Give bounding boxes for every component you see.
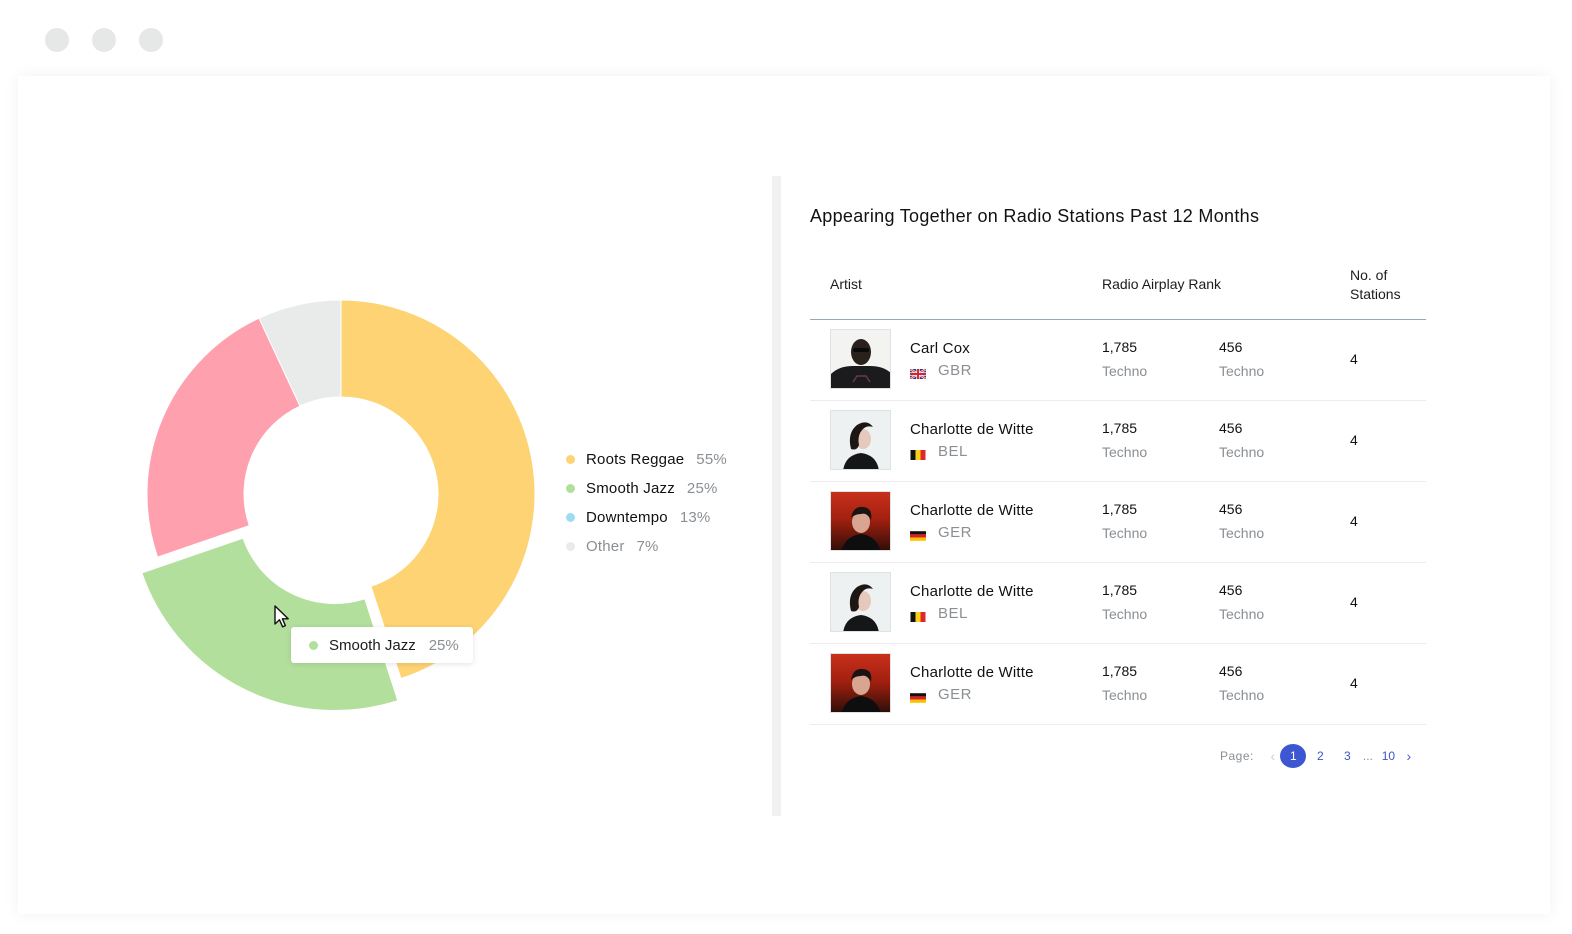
stations-count: 4 [1350, 432, 1358, 448]
pagination-label: Page: [1220, 749, 1254, 763]
legend-value: 7% [636, 538, 659, 555]
flag-icon [910, 528, 926, 541]
page-button[interactable]: 3 [1334, 749, 1360, 763]
rank-value: 1,785 [1102, 663, 1138, 679]
table-row[interactable]: Charlotte de Witte BEL 1,785 Techno 456 Techn… [810, 563, 1426, 644]
rank-genre: Techno [1219, 525, 1265, 541]
rank-value: 1,785 [1102, 339, 1138, 355]
header-stations-line2: Stations [1350, 286, 1401, 302]
country-code: GER [938, 686, 973, 703]
rank-genre: Techno [1102, 525, 1148, 541]
legend-dot [566, 455, 575, 464]
rank-value: 456 [1219, 501, 1243, 517]
tooltip-label: Smooth Jazz [329, 636, 416, 654]
legend-dot [566, 484, 575, 493]
country-code: BEL [938, 443, 968, 460]
panel-divider [772, 176, 781, 816]
tooltip-value: 25% [428, 636, 459, 654]
artist-country: BEL [910, 605, 968, 622]
table-title: Appearing Together on Radio Stations Pas… [810, 206, 1260, 226]
table-header: Artist Radio Airplay Rank No. of Station… [810, 262, 1426, 320]
rank-genre: Techno [1102, 444, 1148, 460]
artist-photo[interactable] [830, 572, 891, 632]
artist-name[interactable]: Charlotte de Witte [910, 421, 1034, 438]
rank-genre: Techno [1219, 687, 1265, 703]
rank-genre: Techno [1102, 606, 1148, 622]
pagination-ellipsis: ... [1362, 749, 1373, 763]
page-button[interactable]: 1 [1280, 744, 1307, 768]
flag-icon [910, 690, 926, 703]
table-row[interactable]: Charlotte de Witte GER 1,785 Techno 456 Techn… [810, 482, 1426, 563]
mouse-cursor-icon [274, 605, 289, 628]
tooltip-dot [309, 640, 318, 650]
artist-country: BEL [910, 443, 968, 460]
chevron-left-icon[interactable]: ‹ [1266, 748, 1280, 764]
country-code: GER [938, 524, 973, 541]
rank-genre: Techno [1102, 687, 1148, 703]
artist-name[interactable]: Carl Cox [910, 340, 970, 357]
artist-name[interactable]: Charlotte de Witte [910, 502, 1034, 519]
chart-tooltip: Smooth Jazz 25% [291, 627, 473, 663]
country-code: BEL [938, 605, 968, 622]
legend-label: Roots Reggae [586, 451, 685, 468]
pagination: Page: ‹ 1 2 3 ... 10 › [1220, 744, 1416, 768]
artist-photo[interactable] [830, 329, 891, 389]
legend-label: Other [586, 538, 625, 555]
legend-label: Smooth Jazz [586, 480, 675, 497]
legend-item[interactable]: Other 7% [566, 532, 727, 561]
rank-value: 1,785 [1102, 420, 1138, 436]
artist-country: GBR [909, 362, 973, 380]
legend-value: 55% [696, 451, 727, 468]
header-stations[interactable]: No. of Stations [1350, 266, 1401, 304]
artist-country: GER [910, 686, 972, 703]
table-row[interactable]: Carl Cox GBR 1,785 Techno 456 Techno 4 [810, 320, 1426, 401]
legend-item[interactable]: Smooth Jazz 25% [566, 474, 727, 503]
stations-count: 4 [1350, 513, 1358, 529]
artist-photo[interactable] [830, 410, 891, 470]
stations-count: 4 [1350, 594, 1358, 610]
table-row[interactable]: Charlotte de Witte GER 1,785 Techno 456 Techn… [810, 644, 1426, 725]
flag-icon [910, 609, 926, 622]
rank-genre: Techno [1102, 363, 1148, 379]
chevron-right-icon[interactable]: › [1402, 748, 1416, 764]
flag-icon [910, 447, 926, 460]
artist-photo[interactable] [830, 491, 891, 551]
header-artist[interactable]: Artist [830, 276, 862, 292]
rank-value: 456 [1219, 663, 1243, 679]
legend-value: 25% [686, 480, 718, 497]
rank-value: 456 [1219, 420, 1243, 436]
header-rank[interactable]: Radio Airplay Rank [1102, 276, 1221, 292]
legend-item[interactable]: Downtempo 13% [566, 503, 727, 532]
artist-photo[interactable] [830, 653, 891, 713]
rank-genre: Techno [1219, 363, 1265, 379]
flag-icon [909, 366, 927, 380]
legend-dot [566, 542, 575, 551]
legend-dot [566, 513, 575, 522]
table-row[interactable]: Charlotte de Witte BEL 1,785 Techno 456 Techn… [810, 401, 1426, 482]
artist-country: GER [910, 524, 972, 541]
rank-value: 1,785 [1102, 582, 1138, 598]
page-button[interactable]: 10 [1375, 749, 1401, 763]
country-code: GBR [938, 362, 973, 379]
rank-value: 456 [1219, 582, 1243, 598]
legend-item[interactable]: Roots Reggae 55% [566, 445, 727, 474]
artist-name[interactable]: Charlotte de Witte [910, 583, 1034, 600]
legend-label: Downtempo [586, 509, 668, 526]
rank-value: 1,785 [1102, 501, 1138, 517]
page-button[interactable]: 2 [1307, 749, 1333, 763]
header-stations-line1: No. of [1350, 267, 1388, 283]
chart-legend: Roots Reggae 55% Smooth Jazz 25% Downtempo 13… [566, 445, 727, 561]
artist-name[interactable]: Charlotte de Witte [910, 664, 1034, 681]
stations-count: 4 [1350, 351, 1358, 367]
rank-value: 456 [1219, 339, 1243, 355]
stations-count: 4 [1350, 675, 1358, 691]
slice-smooth-jazz[interactable] [141, 537, 399, 711]
table-body: Carl Cox GBR 1,785 Techno 456 Techno 4 Charlott… [810, 320, 1426, 725]
legend-value: 13% [679, 509, 711, 526]
rank-genre: Techno [1219, 606, 1265, 622]
rank-genre: Techno [1219, 444, 1265, 460]
